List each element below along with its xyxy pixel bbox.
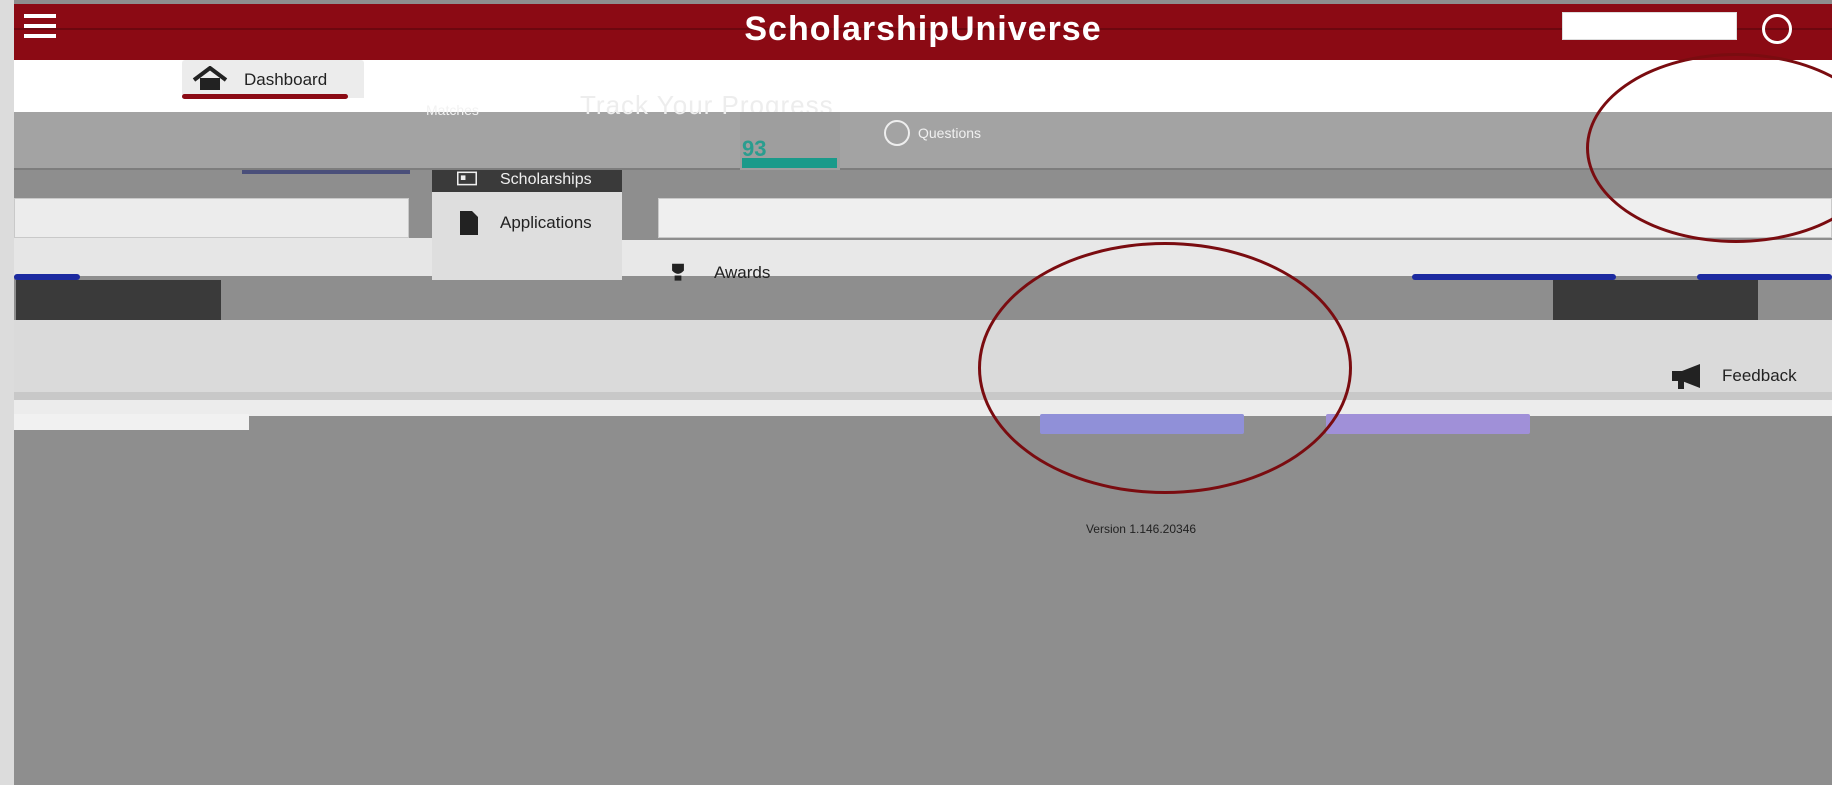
middle-strip — [14, 320, 1832, 400]
top-nav-bar: Dashboard — [14, 60, 1832, 112]
dark-block — [16, 280, 221, 320]
matches-label: Matches — [426, 102, 479, 118]
bottom-strip — [14, 400, 1832, 416]
bottom-left-box — [14, 414, 249, 430]
menu-item-label: Awards — [714, 263, 771, 282]
tab-dashboard[interactable]: Dashboard — [182, 60, 364, 98]
action-button[interactable] — [1326, 414, 1530, 434]
search-input[interactable] — [1562, 12, 1737, 40]
menu-item-scholarships[interactable]: Scholarships — [452, 170, 592, 190]
scholarship-icon — [457, 171, 477, 186]
left-edge — [0, 0, 14, 785]
questions-link[interactable]: Questions — [884, 120, 981, 146]
band-accent — [242, 170, 410, 174]
questions-icon — [884, 120, 910, 146]
highlight-circle — [978, 242, 1352, 494]
brand-title[interactable]: ScholarshipUniverse — [14, 10, 1832, 49]
left-panel — [14, 198, 409, 238]
menu-item-label: Applications — [500, 213, 592, 232]
document-icon — [460, 211, 478, 235]
dark-block — [1553, 280, 1758, 320]
feedback-label: Feedback — [1722, 366, 1797, 385]
active-tab-indicator — [182, 94, 348, 99]
matches-bar — [742, 158, 837, 168]
trophy-icon — [672, 263, 684, 281]
feedback-button[interactable]: Feedback — [1670, 362, 1797, 390]
home-icon — [192, 66, 228, 90]
app-header: ScholarshipUniverse — [14, 4, 1832, 60]
megaphone-icon — [1672, 364, 1700, 389]
menu-item-awards[interactable]: Awards — [660, 262, 770, 284]
questions-label: Questions — [918, 125, 982, 141]
version-text: Version 1.146.20346 — [1085, 522, 1197, 536]
tab-label: Dashboard — [244, 70, 328, 89]
menu-item-applications[interactable]: Applications — [456, 210, 592, 236]
user-circle-icon[interactable] — [1762, 14, 1792, 44]
menu-item-label: Scholarships — [500, 171, 592, 188]
